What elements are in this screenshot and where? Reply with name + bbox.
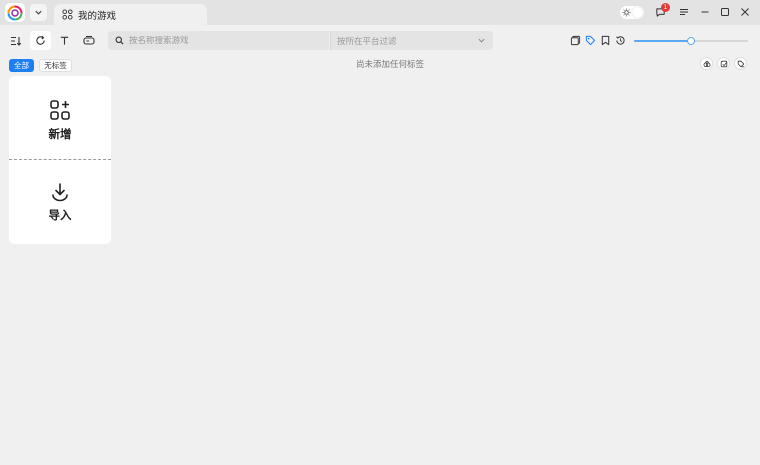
edit-icon — [720, 60, 727, 67]
search-icon — [115, 36, 124, 45]
tag-all-button[interactable]: 全部 — [9, 59, 34, 72]
zoom-slider-fill — [634, 40, 691, 42]
app-logo-icon[interactable] — [5, 3, 25, 22]
bookmark-view-button[interactable] — [599, 34, 612, 47]
zoom-slider-thumb[interactable] — [687, 37, 695, 45]
layers-icon — [570, 35, 581, 46]
refresh-icon — [36, 35, 45, 45]
bookmark-icon — [601, 35, 610, 46]
tag-edit-button[interactable] — [717, 57, 730, 70]
recent-button[interactable] — [30, 31, 51, 50]
search-input[interactable] — [129, 35, 319, 46]
text-icon — [60, 36, 69, 45]
sun-icon — [622, 8, 631, 17]
grid-icon — [62, 9, 73, 20]
zoom-slider[interactable] — [634, 37, 748, 45]
history-icon — [616, 36, 625, 45]
sort-icon — [10, 36, 21, 46]
minimize-button[interactable] — [697, 4, 713, 20]
menu-button[interactable] — [676, 4, 692, 20]
add-import-card: 新增 导入 — [9, 76, 111, 244]
chevron-down-icon — [478, 38, 485, 43]
apps-add-icon — [50, 99, 70, 120]
add-game-button[interactable]: 新增 — [9, 76, 111, 160]
search-box[interactable] — [108, 31, 329, 50]
platform-filter-select[interactable]: 按所在平台过滤 — [330, 31, 493, 50]
close-button[interactable] — [737, 4, 753, 20]
menu-icon — [680, 8, 688, 16]
chevron-down-icon — [35, 10, 42, 15]
import-game-label: 导入 — [48, 207, 72, 222]
import-game-button[interactable]: 导入 — [9, 160, 111, 244]
maximize-icon — [721, 8, 729, 16]
empty-tags-hint: 尚未添加任何标签 — [355, 60, 424, 70]
add-game-label: 新增 — [48, 126, 72, 141]
history-view-button[interactable] — [614, 34, 627, 47]
tag-untagged-button[interactable]: 无标签 — [39, 59, 72, 72]
text-sort-button[interactable] — [54, 31, 75, 50]
tab-dropdown-button[interactable] — [30, 4, 47, 21]
tab-title: 我的游戏 — [78, 10, 117, 22]
theme-toggle[interactable] — [620, 6, 644, 19]
filter-icon — [703, 60, 710, 67]
download-icon — [52, 182, 68, 201]
tab-my-games[interactable]: 我的游戏 — [54, 4, 207, 25]
notification-badge: 1 — [661, 3, 670, 12]
tag-icon — [585, 35, 596, 46]
maximize-button[interactable] — [717, 4, 733, 20]
tag-manage-button[interactable] — [734, 57, 747, 70]
notification-button[interactable]: 1 — [652, 3, 670, 20]
platform-filter-placeholder: 按所在平台过滤 — [337, 36, 397, 47]
tag-filter-button[interactable] — [700, 57, 713, 70]
gallery-view-button[interactable] — [569, 34, 582, 47]
close-icon — [741, 8, 749, 16]
platform-button[interactable] — [78, 31, 99, 50]
tag-view-button[interactable] — [584, 34, 597, 47]
toggle-knob — [632, 7, 643, 18]
tag-manage-icon — [737, 60, 744, 67]
gamepad-icon — [82, 36, 95, 45]
sort-button[interactable] — [5, 31, 26, 50]
minimize-icon — [701, 11, 709, 13]
title-bar: 我的游戏 1 — [0, 0, 760, 25]
